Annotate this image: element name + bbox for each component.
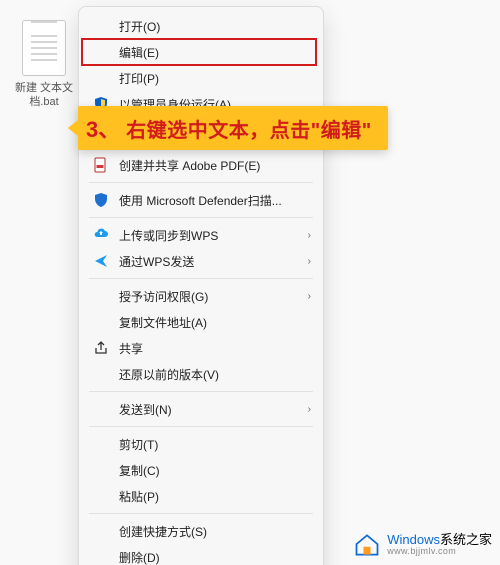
callout-number: 3、 <box>86 112 120 144</box>
menu-grant-access[interactable]: 授予访问权限(G) › <box>79 283 323 309</box>
menu-send-wps[interactable]: 通过WPS发送 › <box>79 248 323 274</box>
separator <box>89 391 313 392</box>
separator <box>89 426 313 427</box>
separator <box>89 278 313 279</box>
menu-label: 打印(P) <box>119 70 311 87</box>
pdf-share-icon <box>91 155 111 175</box>
menu-send-to[interactable]: 发送到(N) › <box>79 396 323 422</box>
menu-delete[interactable]: 删除(D) <box>79 544 323 565</box>
menu-paste[interactable]: 粘贴(P) <box>79 483 323 509</box>
menu-cut[interactable]: 剪切(T) <box>79 431 323 457</box>
file-icon <box>22 20 66 76</box>
blank-icon <box>91 399 111 419</box>
blank-icon <box>91 68 111 88</box>
chevron-right-icon: › <box>308 404 311 415</box>
blank-icon <box>91 312 111 332</box>
menu-label: 还原以前的版本(V) <box>119 366 311 383</box>
send-icon <box>91 251 111 271</box>
menu-print[interactable]: 打印(P) <box>79 65 323 91</box>
chevron-right-icon: › <box>308 256 311 267</box>
share-icon <box>91 338 111 358</box>
desktop-file[interactable]: 新建 文本文档.bat <box>14 20 74 110</box>
menu-label: 上传或同步到WPS <box>119 227 302 244</box>
menu-copy[interactable]: 复制(C) <box>79 457 323 483</box>
instruction-callout: 3、 右键选中文本，点击"编辑" <box>78 106 388 150</box>
blank-icon <box>91 16 111 36</box>
blank-icon <box>91 460 111 480</box>
blank-icon <box>91 364 111 384</box>
chevron-right-icon: › <box>308 230 311 241</box>
house-logo-icon <box>353 531 381 559</box>
blank-icon <box>91 42 111 62</box>
menu-create-share-pdf[interactable]: 创建并共享 Adobe PDF(E) <box>79 152 323 178</box>
menu-label: 发送到(N) <box>119 401 302 418</box>
menu-label: 授予访问权限(G) <box>119 288 302 305</box>
separator <box>89 217 313 218</box>
blank-icon <box>91 547 111 565</box>
chevron-right-icon: › <box>308 291 311 302</box>
menu-open[interactable]: 打开(O) <box>79 13 323 39</box>
defender-icon <box>91 190 111 210</box>
menu-edit[interactable]: 编辑(E) <box>79 39 323 65</box>
callout-arrow-icon <box>68 120 78 136</box>
menu-label: 打开(O) <box>119 18 311 35</box>
callout-text: 右键选中文本，点击"编辑" <box>126 114 371 143</box>
menu-label: 剪切(T) <box>119 436 311 453</box>
menu-label: 复制(C) <box>119 462 311 479</box>
file-label: 新建 文本文档.bat <box>14 82 74 110</box>
brand-url: www.bjjmlv.com <box>387 547 492 556</box>
menu-share[interactable]: 共享 <box>79 335 323 361</box>
menu-copy-path[interactable]: 复制文件地址(A) <box>79 309 323 335</box>
blank-icon <box>91 434 111 454</box>
separator <box>89 513 313 514</box>
separator <box>89 182 313 183</box>
menu-defender-scan[interactable]: 使用 Microsoft Defender扫描... <box>79 187 323 213</box>
blank-icon <box>91 486 111 506</box>
menu-label: 共享 <box>119 340 311 357</box>
blank-icon <box>91 286 111 306</box>
context-menu: 打开(O) 编辑(E) 打印(P) 以管理员身份运行(A) 转换为 Adobe … <box>78 6 324 565</box>
cloud-upload-icon <box>91 225 111 245</box>
menu-label: 复制文件地址(A) <box>119 314 311 331</box>
menu-label: 创建快捷方式(S) <box>119 523 311 540</box>
menu-previous-versions[interactable]: 还原以前的版本(V) <box>79 361 323 387</box>
menu-upload-wps[interactable]: 上传或同步到WPS › <box>79 222 323 248</box>
menu-label: 删除(D) <box>119 549 311 565</box>
menu-label: 使用 Microsoft Defender扫描... <box>119 192 311 209</box>
menu-label: 通过WPS发送 <box>119 253 302 270</box>
menu-create-shortcut[interactable]: 创建快捷方式(S) <box>79 518 323 544</box>
blank-icon <box>91 521 111 541</box>
menu-label: 编辑(E) <box>119 44 311 61</box>
menu-label: 创建并共享 Adobe PDF(E) <box>119 157 311 174</box>
watermark: Windows系统之家 www.bjjmlv.com <box>353 531 492 559</box>
menu-label: 粘贴(P) <box>119 488 311 505</box>
brand-title: Windows系统之家 <box>387 533 492 547</box>
